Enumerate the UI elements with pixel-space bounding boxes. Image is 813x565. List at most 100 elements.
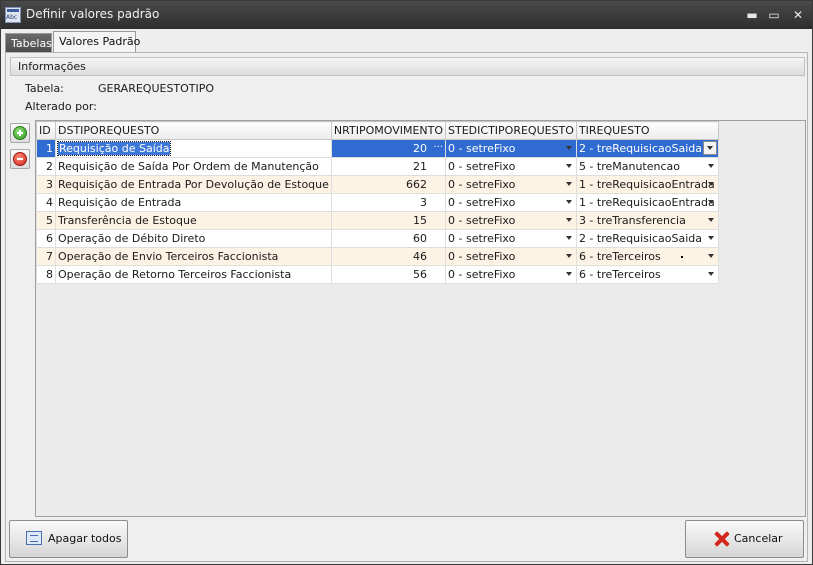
chevron-down-icon[interactable] [565, 200, 572, 204]
cell-description[interactable]: Transferência de Estoque [55, 211, 332, 230]
cell-id[interactable]: 4 [36, 193, 56, 212]
chevron-down-icon[interactable] [565, 164, 572, 168]
cell-tipo[interactable]: 6 - treTerceiros [575, 265, 719, 284]
cell-edic[interactable]: 0 - setreFixo [445, 265, 577, 284]
cell-tipo[interactable]: 1 - treRequisicaoEntrada [575, 193, 719, 212]
cell-edic[interactable]: 0 - setreFixo [445, 247, 577, 266]
chevron-down-icon[interactable] [565, 254, 572, 258]
tab-tabelas[interactable]: Tabelas [5, 33, 52, 52]
cell-tipo[interactable]: 6 - treTerceiros [575, 247, 719, 266]
chevron-down-icon[interactable] [707, 272, 714, 276]
maximize-icon[interactable]: ▭ [765, 6, 783, 24]
cell-tipo[interactable]: 1 - treRequisicaoEntrada [575, 175, 719, 194]
cell-tipo[interactable]: 2 - treRequisicaoSaida [575, 139, 719, 158]
cell-tipo[interactable]: 5 - treManutencao [575, 157, 719, 176]
table-row[interactable]: 7 Operação de Envio Terceiros Faccionist… [36, 247, 719, 266]
cell-id[interactable]: 5 [36, 211, 56, 230]
minimize-icon[interactable]: ▬ [743, 6, 761, 24]
chevron-down-icon[interactable] [565, 182, 572, 186]
chevron-down-icon[interactable] [707, 236, 714, 240]
chevron-down-icon[interactable] [565, 236, 572, 240]
cell-description[interactable]: Operação de Envio Terceiros Faccionista [55, 247, 332, 266]
table-row[interactable]: 5 Transferência de Estoque 15 0 - setreF… [36, 211, 719, 230]
quantity-value: 56 [413, 268, 428, 281]
cell-description[interactable]: Requisição de Entrada [55, 193, 332, 212]
cell-quantity[interactable]: 60 [330, 229, 447, 248]
chevron-down-icon[interactable] [707, 254, 714, 258]
cell-edic[interactable]: 0 - setreFixo [445, 157, 577, 176]
title-bar[interactable]: Definir valores padrão ▬ ▭ ✕ [1, 1, 812, 29]
cell-quantity[interactable]: 56 [330, 265, 447, 284]
tipo-value: 2 - treRequisicaoSaida [578, 142, 702, 155]
cell-quantity[interactable]: 3 [330, 193, 447, 212]
data-grid[interactable]: ID DSTIPOREQUESTO NRTIPOMOVIMENTO STEDIC… [35, 120, 806, 517]
cell-id[interactable]: 2 [36, 157, 56, 176]
cell-description[interactable]: Operação de Débito Direto [55, 229, 332, 248]
cell-tipo[interactable]: 2 - treRequisicaoSaida [575, 229, 719, 248]
chevron-down-icon[interactable] [707, 218, 714, 222]
column-header-tirequesto[interactable]: TIREQUESTO [575, 121, 719, 140]
cell-edic[interactable]: 0 - setreFixo [445, 139, 577, 158]
mouse-cursor [680, 256, 683, 258]
table-row[interactable]: 2 Requisição de Saída Por Ordem de Manut… [36, 157, 719, 176]
window-title: Definir valores padrão [26, 7, 160, 21]
edic-value: 0 - setreFixo [448, 250, 516, 263]
dropdown-button[interactable] [702, 141, 717, 155]
add-row-button[interactable] [10, 123, 30, 143]
tipo-value: 6 - treTerceiros [578, 268, 661, 281]
column-header-nrtipomovimento[interactable]: NRTIPOMOVIMENTO [330, 121, 447, 140]
cell-quantity[interactable]: 15 [330, 211, 447, 230]
table-row[interactable]: 8 Operação de Retorno Terceiros Faccioni… [36, 265, 719, 284]
quantity-value: 60 [413, 232, 428, 245]
cell-edic[interactable]: 0 - setreFixo [445, 193, 577, 212]
column-header-id[interactable]: ID [36, 121, 56, 140]
column-header-stedictiporequesto[interactable]: STEDICTIPOREQUESTO [445, 121, 577, 140]
cell-id[interactable]: 8 [36, 265, 56, 284]
chevron-down-icon[interactable] [707, 182, 714, 186]
column-header-dstiporequesto[interactable]: DSTIPOREQUESTO [55, 121, 332, 140]
edic-value: 0 - setreFixo [448, 232, 516, 245]
cell-description[interactable]: Requisição de Saída [55, 139, 332, 158]
edic-value: 0 - setreFixo [448, 214, 516, 227]
changed-by-label: Alterado por: [25, 100, 97, 113]
cell-quantity[interactable]: 21 [330, 157, 447, 176]
cell-id[interactable]: 6 [36, 229, 56, 248]
clear-all-button[interactable]: Apagar todos [9, 520, 128, 558]
cell-id[interactable]: 1 [36, 139, 56, 158]
description-editor-text[interactable]: Requisição de Saída [56, 141, 172, 156]
chevron-down-icon[interactable] [565, 146, 572, 150]
cancel-button[interactable]: Cancelar [685, 520, 804, 558]
table-row[interactable]: 3 Requisição de Entrada Por Devolução de… [36, 175, 719, 194]
ellipsis-button[interactable]: ··· [433, 143, 443, 153]
chevron-down-icon[interactable] [565, 218, 572, 222]
chevron-down-icon[interactable] [707, 164, 714, 168]
quantity-value: 21 [413, 160, 428, 173]
cell-id[interactable]: 3 [36, 175, 56, 194]
table-row[interactable]: 1 Requisição de Saída 20 ··· 0 - setreFix… [36, 139, 719, 158]
cell-quantity[interactable]: 662 [330, 175, 447, 194]
tipo-value: 6 - treTerceiros [578, 250, 661, 263]
cell-edic[interactable]: 0 - setreFixo [445, 175, 577, 194]
tipo-value: 1 - treRequisicaoEntrada [578, 196, 715, 209]
table-row[interactable]: 4 Requisição de Entrada 3 0 - setreFixo … [36, 193, 719, 212]
edic-value: 0 - setreFixo [448, 268, 516, 281]
quantity-value: 3 [420, 196, 428, 209]
tab-valores-padrao[interactable]: Valores Padrão [53, 31, 140, 52]
chevron-down-icon[interactable] [707, 200, 714, 204]
cell-description[interactable]: Operação de Retorno Terceiros Faccionist… [55, 265, 332, 284]
cell-description[interactable]: Requisição de Saída Por Ordem de Manuten… [55, 157, 332, 176]
table-value: GERAREQUESTOTIPO [98, 82, 215, 95]
info-group-title: Informações [10, 57, 805, 76]
edic-value: 0 - setreFixo [448, 142, 516, 155]
table-row[interactable]: 6 Operação de Débito Direto 60 0 - setre… [36, 229, 719, 248]
cell-id[interactable]: 7 [36, 247, 56, 266]
cell-edic[interactable]: 0 - setreFixo [445, 211, 577, 230]
chevron-down-icon[interactable] [565, 272, 572, 276]
cell-description[interactable]: Requisição de Entrada Por Devolução de E… [55, 175, 332, 194]
cell-quantity[interactable]: 20 ··· [330, 139, 447, 158]
close-icon[interactable]: ✕ [789, 6, 807, 24]
remove-row-button[interactable] [10, 149, 30, 169]
cell-tipo[interactable]: 3 - treTransferencia [575, 211, 719, 230]
cell-edic[interactable]: 0 - setreFixo [445, 229, 577, 248]
cell-quantity[interactable]: 46 [330, 247, 447, 266]
